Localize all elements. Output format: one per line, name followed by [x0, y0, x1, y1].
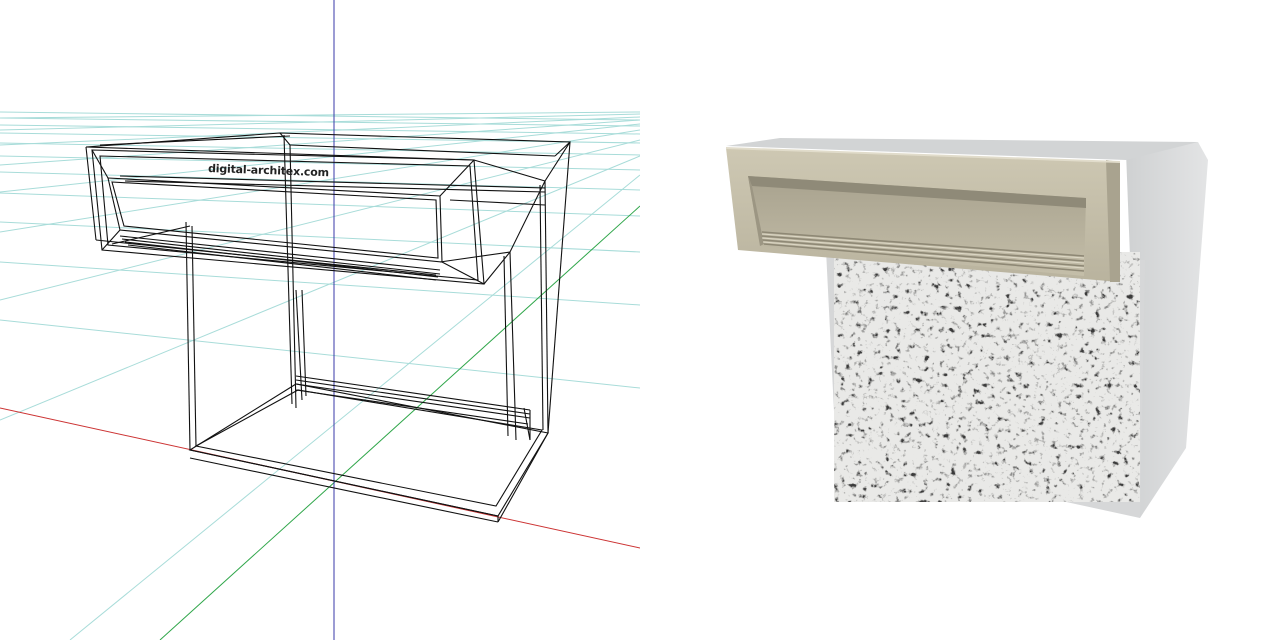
wireframe-canvas: digital-architex.com [0, 0, 640, 640]
watermark-text: digital-architex.com [208, 162, 329, 179]
wireframe-viewport: digital-architex.com [0, 0, 640, 640]
render-canvas [725, 138, 1208, 518]
granite-panel [834, 252, 1140, 502]
mailbox-render [725, 138, 1208, 518]
rendered-viewport [640, 0, 1280, 640]
mailbox-wireframe [85, 132, 571, 523]
